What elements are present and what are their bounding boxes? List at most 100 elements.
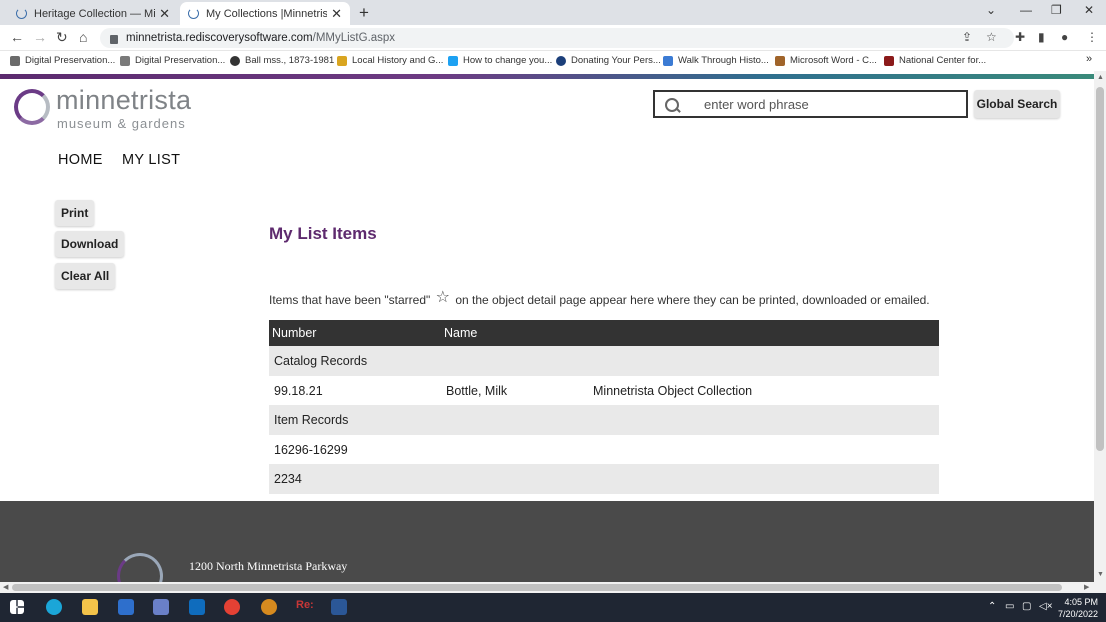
url-domain: minnetrista.rediscoverysoftware.com bbox=[126, 32, 313, 44]
close-window-icon[interactable]: ✕ bbox=[1084, 3, 1094, 17]
row-collection: Minnetrista Object Collection bbox=[593, 383, 753, 398]
table-section-row: Catalog Records bbox=[269, 346, 939, 376]
windows-taskbar: Re: ⌃ ▭ ▢ ◁× 4:05 PM 7/20/2022 bbox=[0, 593, 1106, 622]
lock-icon bbox=[110, 34, 118, 44]
vertical-scrollbar[interactable]: ▲ ▼ bbox=[1094, 71, 1106, 582]
battery-icon[interactable]: ▭ bbox=[1005, 601, 1014, 612]
horizontal-scrollbar[interactable]: ◀ ▶ bbox=[0, 582, 1106, 593]
menu-dots-icon[interactable]: ⋮ bbox=[1086, 30, 1098, 44]
bookmark-item[interactable]: Microsoft Word - C... bbox=[775, 55, 877, 66]
search-input[interactable] bbox=[704, 96, 954, 112]
intro-text: Items that have been "starred" ☆ on the … bbox=[269, 289, 930, 307]
table-row[interactable]: 16296-16299 bbox=[269, 435, 939, 465]
print-button[interactable]: Print bbox=[55, 200, 95, 226]
page-content: minnetrista museum & gardens Global Sear… bbox=[0, 79, 1094, 582]
app-icon[interactable]: Re: bbox=[296, 599, 314, 615]
clock-time: 4:05 PM bbox=[1064, 597, 1098, 607]
loading-icon bbox=[188, 8, 199, 19]
site-icon bbox=[556, 55, 566, 66]
page-title: My List Items bbox=[269, 224, 377, 243]
bookmark-item[interactable]: Digital Preservation... bbox=[10, 55, 115, 66]
star-icon: ☆ bbox=[435, 289, 450, 306]
row-number: Catalog Records bbox=[274, 354, 368, 368]
vertical-scroll-thumb[interactable] bbox=[1096, 87, 1104, 451]
logo-ring-icon bbox=[14, 89, 50, 125]
bookmarks-bar: Digital Preservation... Digital Preserva… bbox=[0, 51, 1106, 71]
chrome-icon[interactable] bbox=[224, 599, 240, 615]
file-explorer-icon[interactable] bbox=[82, 599, 98, 615]
table-row[interactable]: 99.18.21 Bottle, Milk Minnetrista Object… bbox=[269, 376, 939, 406]
url-input[interactable]: minnetrista.rediscoverysoftware.com/MMyL… bbox=[100, 28, 1014, 48]
search-icon bbox=[662, 92, 692, 116]
profile-icon[interactable]: ● bbox=[1061, 30, 1068, 44]
badge-icon bbox=[884, 55, 894, 66]
restore-icon[interactable]: ❐ bbox=[1051, 3, 1062, 17]
scroll-down-icon[interactable]: ▼ bbox=[1097, 571, 1104, 578]
bookmark-item[interactable]: How to change you... bbox=[448, 55, 552, 66]
bookmark-item[interactable]: Ball mss., 1873-1981 bbox=[230, 55, 334, 66]
tab-title: Heritage Collection — Minnetrist bbox=[34, 7, 156, 20]
table-section-row: Item Records bbox=[269, 405, 939, 435]
app-icon[interactable] bbox=[118, 599, 134, 615]
row-number[interactable]: 16296-16299 bbox=[274, 443, 348, 457]
new-tab-button[interactable]: + bbox=[359, 3, 369, 23]
reload-icon[interactable]: ↻ bbox=[56, 29, 68, 46]
site-footer: 1200 North Minnetrista Parkway bbox=[0, 501, 1094, 582]
horizontal-scroll-thumb[interactable] bbox=[12, 584, 1062, 591]
tab-search-icon[interactable]: ⌄ bbox=[986, 3, 996, 17]
word-icon[interactable] bbox=[331, 599, 347, 615]
nav-home[interactable]: HOME bbox=[58, 152, 103, 168]
network-icon[interactable]: ▢ bbox=[1022, 601, 1031, 612]
side-panel-icon[interactable]: ▮ bbox=[1038, 30, 1045, 44]
minimize-icon[interactable]: — bbox=[1020, 3, 1032, 17]
download-button[interactable]: Download bbox=[55, 231, 125, 257]
close-tab-icon[interactable]: ✕ bbox=[331, 6, 342, 22]
share-icon[interactable]: ⇪ bbox=[962, 30, 972, 44]
bookmark-item[interactable]: Walk Through Histo... bbox=[663, 55, 769, 66]
extensions-icon[interactable]: ✚ bbox=[1015, 30, 1025, 44]
bookmarks-overflow-button[interactable]: » bbox=[1086, 53, 1092, 65]
clear-all-button[interactable]: Clear All bbox=[55, 263, 116, 289]
row-number: Item Records bbox=[274, 413, 349, 427]
volume-icon[interactable]: ◁× bbox=[1039, 601, 1053, 612]
tab-heritage-collection[interactable]: Heritage Collection — Minnetrist ✕ bbox=[8, 2, 178, 25]
scroll-left-icon[interactable]: ◀ bbox=[3, 583, 8, 591]
windows-start-icon[interactable] bbox=[10, 600, 24, 614]
logo-subtitle: museum & gardens bbox=[57, 116, 186, 131]
shield-icon bbox=[775, 55, 785, 66]
row-number[interactable]: 99.18.21 bbox=[274, 384, 323, 398]
table-row[interactable]: 2234 bbox=[269, 464, 939, 494]
bookmark-item[interactable]: Donating Your Pers... bbox=[556, 55, 661, 66]
logo-name: minnetrista bbox=[56, 85, 192, 115]
bookmark-star-icon[interactable]: ☆ bbox=[986, 30, 997, 44]
footer-logo-icon bbox=[117, 553, 163, 582]
loading-icon bbox=[16, 8, 27, 19]
tray-overflow-icon[interactable]: ⌃ bbox=[988, 601, 996, 612]
bookmark-item[interactable]: Local History and G... bbox=[337, 55, 443, 66]
row-name[interactable]: Bottle, Milk bbox=[446, 384, 507, 398]
tab-my-collections[interactable]: My Collections |Minnetrista ✕ bbox=[180, 2, 350, 25]
edge-icon[interactable] bbox=[46, 599, 62, 615]
scroll-up-icon[interactable]: ▲ bbox=[1097, 74, 1104, 81]
system-clock[interactable]: 4:05 PM 7/20/2022 bbox=[1058, 596, 1098, 620]
close-tab-icon[interactable]: ✕ bbox=[159, 6, 170, 22]
global-search-box bbox=[653, 90, 968, 118]
home-icon[interactable]: ⌂ bbox=[79, 29, 87, 45]
nav-my-list[interactable]: MY LIST bbox=[122, 152, 180, 168]
global-search-button[interactable]: Global Search bbox=[974, 90, 1060, 118]
bookmark-item[interactable]: Digital Preservation... bbox=[120, 55, 225, 66]
scroll-right-icon[interactable]: ▶ bbox=[1084, 583, 1089, 591]
app-icon[interactable] bbox=[261, 599, 277, 615]
footer-address: 1200 North Minnetrista Parkway bbox=[189, 559, 348, 573]
tumblr-icon bbox=[448, 55, 458, 66]
row-number[interactable]: 2234 bbox=[274, 472, 302, 486]
app-icon[interactable] bbox=[153, 599, 169, 615]
site-logo[interactable]: minnetrista museum & gardens bbox=[14, 85, 194, 131]
back-icon[interactable]: ← bbox=[10, 29, 24, 45]
table-header: Number Name bbox=[269, 320, 939, 346]
column-header-number: Number bbox=[272, 326, 317, 340]
outlook-icon[interactable] bbox=[189, 599, 205, 615]
forward-icon[interactable]: → bbox=[33, 29, 47, 45]
bookmark-item[interactable]: National Center for... bbox=[884, 55, 986, 66]
building-icon bbox=[120, 55, 130, 66]
